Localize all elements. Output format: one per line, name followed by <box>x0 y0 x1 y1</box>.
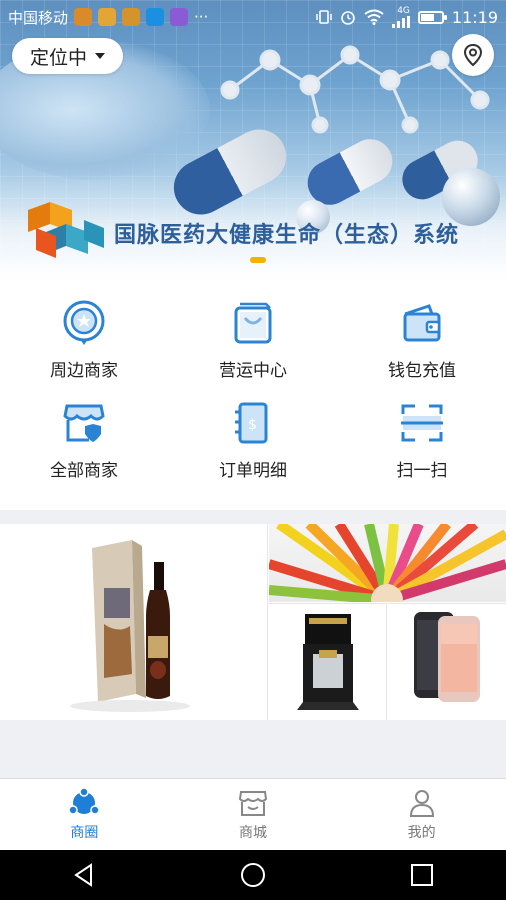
location-selector[interactable]: 定位中 <box>12 38 124 74</box>
color-pencils-image <box>269 524 506 602</box>
nearby-merchant-icon <box>63 300 105 345</box>
tab-label: 商城 <box>239 824 267 841</box>
status-bar: 中国移动 ··· 4G 11:19 <box>0 0 506 34</box>
product-card-phone[interactable] <box>388 603 506 720</box>
menu-label: 扫一扫 <box>396 461 448 481</box>
battery-icon <box>417 10 447 24</box>
smartphone-image <box>414 612 480 702</box>
quick-menu-grid: 周边商家 营运中心 钱包充值 全部商家 $ 订单明细 扫一扫 <box>0 278 506 510</box>
banner-logo-row: 国脉医药大健康生命（生态）系统 <box>28 202 459 264</box>
location-label: 定位中 <box>30 46 88 69</box>
profile-icon <box>409 789 434 817</box>
menu-scan[interactable]: 扫一扫 <box>338 378 506 481</box>
business-circle-icon <box>69 787 100 815</box>
menu-nearby-merchants[interactable]: 周边商家 <box>0 278 168 381</box>
product-card-pencils[interactable] <box>269 524 506 602</box>
wallet-icon <box>403 304 441 342</box>
tab-label: 我的 <box>407 824 436 841</box>
home-circle-icon[interactable] <box>240 862 266 888</box>
menu-all-merchants[interactable]: 全部商家 <box>0 378 168 481</box>
cube-logo-icon <box>28 202 104 258</box>
menu-operation-center[interactable]: 营运中心 <box>169 278 337 381</box>
recents-square-icon[interactable] <box>409 862 435 888</box>
app-notification-icon <box>170 8 189 26</box>
caret-down-icon <box>95 53 106 59</box>
product-card-wine[interactable] <box>0 524 268 720</box>
carrier-label: 中国移动 <box>8 8 69 27</box>
app-notification-icon <box>122 8 141 26</box>
location-pin-icon <box>463 43 483 67</box>
banner-title: 国脉医药大健康生命（生态）系统 <box>114 223 460 248</box>
more-notifications: ··· <box>194 8 209 26</box>
menu-label: 订单明细 <box>219 461 287 481</box>
carousel-indicator[interactable] <box>250 257 266 263</box>
store-icon <box>63 404 105 442</box>
app-notification-icon <box>74 8 93 26</box>
vibrate-icon <box>316 10 332 24</box>
alipay-icon <box>146 8 165 26</box>
product-showcase <box>0 524 506 720</box>
menu-order-details[interactable]: $ 订单明细 <box>169 378 337 481</box>
tab-profile[interactable]: 我的 <box>337 779 506 850</box>
shopping-bag-icon <box>234 302 272 344</box>
tab-business-circle[interactable]: 商圈 <box>0 779 169 850</box>
bottom-tab-bar: 商圈 商城 我的 <box>0 778 506 850</box>
mall-icon <box>238 790 268 816</box>
tab-mall[interactable]: 商城 <box>169 779 338 850</box>
tab-label: 商圈 <box>70 824 99 841</box>
svg-text:$: $ <box>248 417 257 433</box>
back-triangle-icon[interactable] <box>71 862 97 888</box>
network-type: 4G <box>397 5 410 16</box>
wine-gift-box-image <box>70 540 190 712</box>
menu-label: 全部商家 <box>50 461 118 481</box>
scan-icon <box>401 404 443 442</box>
system-navigation-bar <box>0 850 506 900</box>
order-detail-icon: $ <box>235 402 268 444</box>
menu-wallet-recharge[interactable]: 钱包充值 <box>338 278 506 381</box>
signal-icon <box>391 15 410 28</box>
app-notification-icon <box>98 8 117 26</box>
product-card-gift-box[interactable] <box>269 603 387 720</box>
wifi-icon <box>364 9 384 25</box>
gift-box-image <box>297 614 359 710</box>
clock: 11:19 <box>451 7 498 27</box>
map-location-button[interactable] <box>452 34 494 76</box>
alarm-icon <box>341 11 355 25</box>
